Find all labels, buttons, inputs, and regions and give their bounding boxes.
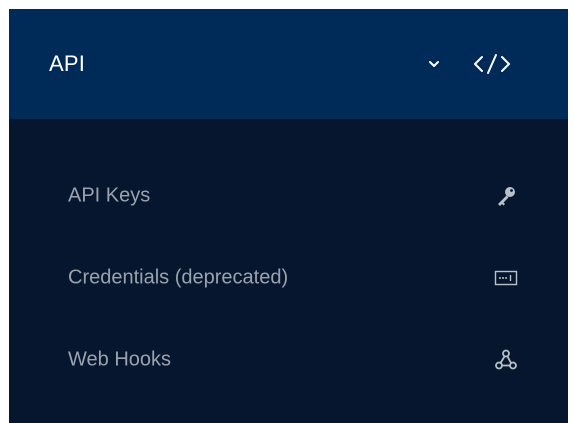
menu-item-label: Credentials (deprecated) — [68, 266, 289, 289]
menu-item-credentials[interactable]: Credentials (deprecated) — [9, 250, 568, 306]
chevron-down-icon[interactable] — [427, 57, 441, 71]
menu-item-api-keys[interactable]: API Keys — [9, 168, 568, 224]
code-icon — [474, 54, 510, 74]
key-icon — [498, 187, 515, 206]
section-title: API — [49, 51, 86, 76]
webhook-icon — [495, 349, 517, 370]
menu-item-label: Web Hooks — [68, 348, 172, 371]
menu-item-web-hooks[interactable]: Web Hooks — [9, 332, 568, 388]
menu-item-label: API Keys — [68, 184, 151, 207]
credentials-icon — [494, 270, 518, 286]
api-nav-panel: API API Keys Credentials (deprecated) We… — [9, 9, 568, 423]
api-section-header[interactable]: API — [9, 9, 568, 119]
